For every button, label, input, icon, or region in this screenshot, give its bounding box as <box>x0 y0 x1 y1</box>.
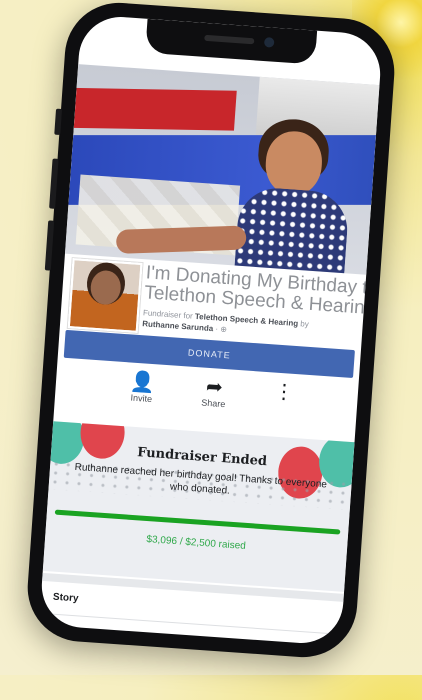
share-label: Share <box>201 397 226 410</box>
subline-by: by <box>300 319 310 329</box>
cover-photo <box>64 64 380 275</box>
share-icon: ➦ <box>205 375 224 399</box>
phone-mockup: I'm Donating My Birthday to Telethon Spe… <box>0 0 422 700</box>
volume-up-button <box>49 158 59 209</box>
share-button[interactable]: ➦ Share <box>201 375 227 410</box>
phone-notch <box>145 18 318 65</box>
public-globe-icon: · ⊕ <box>215 324 228 335</box>
add-friend-icon: 👤 <box>129 370 156 395</box>
phone-body: I'm Donating My Birthday to Telethon Spe… <box>24 0 398 661</box>
more-icon: ⋮ <box>273 380 295 404</box>
volume-down-button <box>44 220 55 271</box>
story-heading: Story <box>52 591 79 605</box>
phone-screen: I'm Donating My Birthday to Telethon Spe… <box>39 14 383 646</box>
mute-switch <box>54 108 63 136</box>
story-divider <box>39 612 342 635</box>
more-button[interactable]: ⋮ <box>273 381 294 404</box>
front-camera <box>263 37 275 48</box>
organizer-avatar[interactable] <box>67 258 143 333</box>
fundraiser-ended-card: Fundraiser Ended Ruthanne reached her bi… <box>42 421 355 592</box>
invite-label: Invite <box>130 392 153 405</box>
invite-button[interactable]: 👤 Invite <box>129 370 156 405</box>
speaker-grille <box>204 34 255 45</box>
